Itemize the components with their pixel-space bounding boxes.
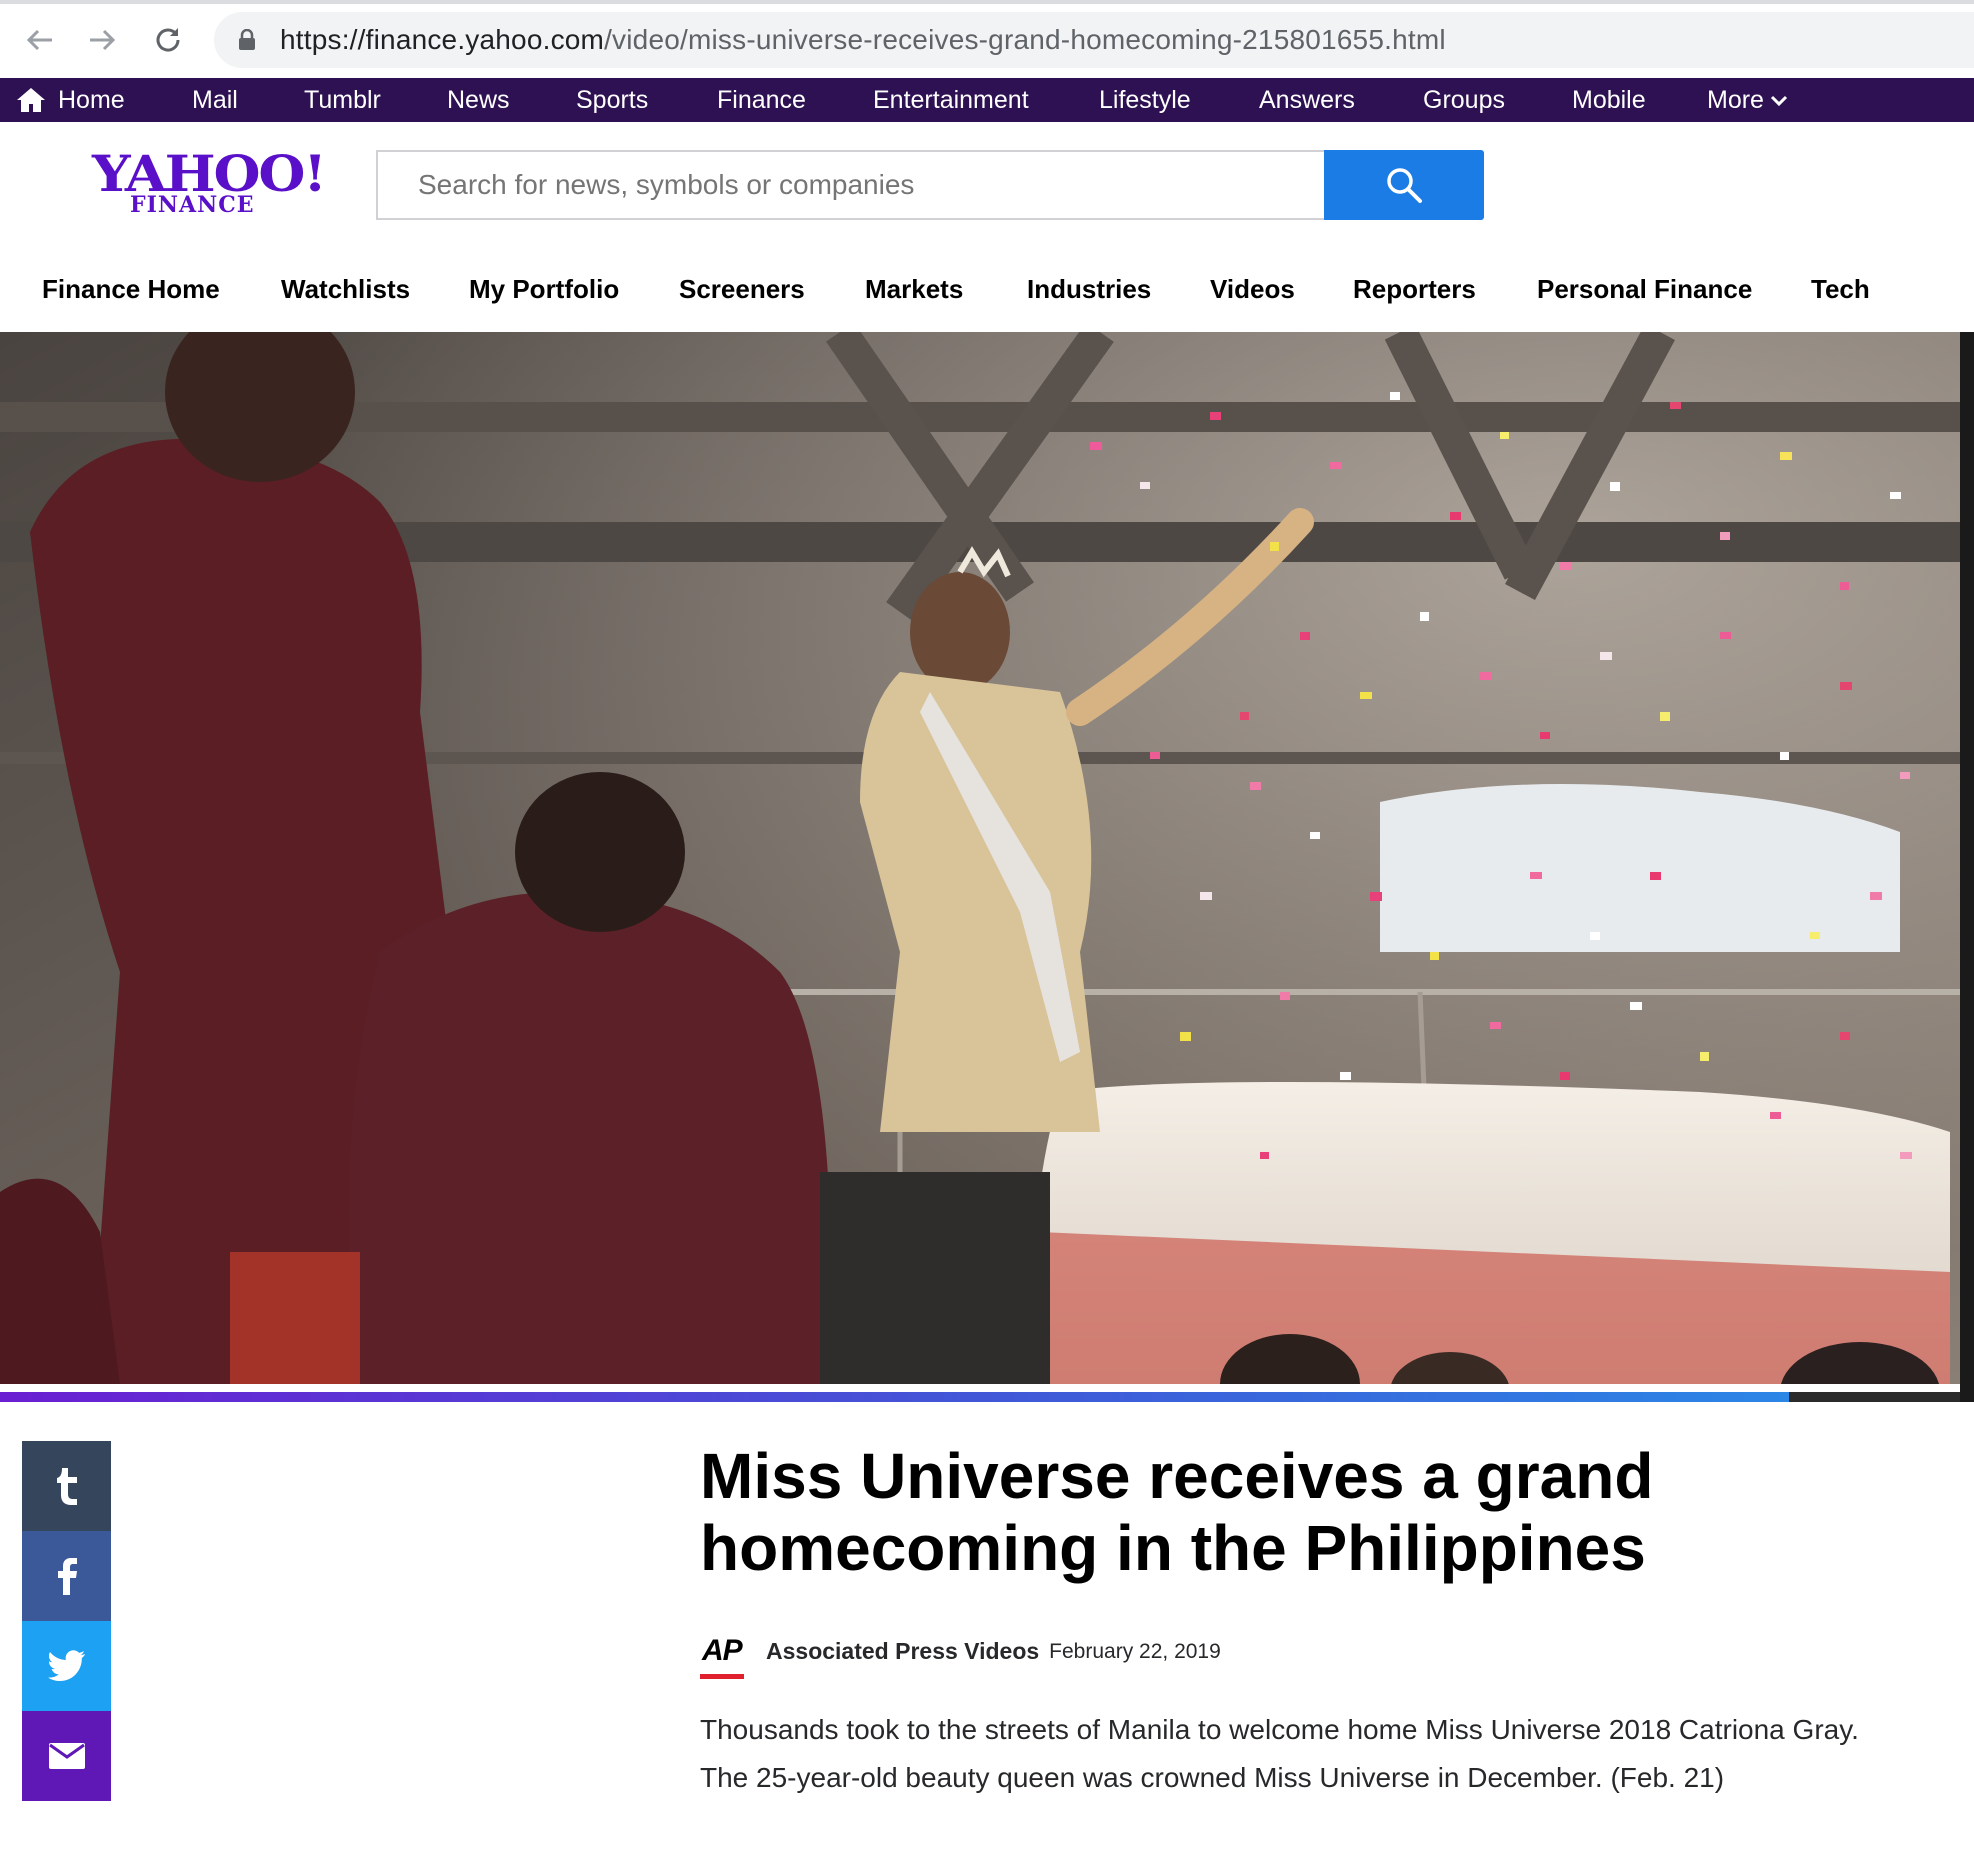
- address-bar[interactable]: https://finance.yahoo.com/video/miss-uni…: [214, 12, 1974, 68]
- article-byline: AP Associated Press Videos February 22, …: [700, 1634, 1221, 1684]
- browser-toolbar: https://finance.yahoo.com/video/miss-uni…: [0, 0, 1974, 78]
- article-headline: Miss Universe receives a grand homecomin…: [700, 1440, 1654, 1584]
- finance-nav-watchlists[interactable]: Watchlists: [281, 274, 410, 305]
- url-host: https://finance.yahoo.com: [280, 24, 605, 55]
- chevron-down-icon: [1770, 96, 1788, 107]
- nav-item-mail[interactable]: Mail: [192, 78, 238, 122]
- ap-logo-text: AP: [702, 1634, 743, 1667]
- finance-nav-markets[interactable]: Markets: [865, 274, 963, 305]
- finance-nav-reporters[interactable]: Reporters: [1353, 274, 1476, 305]
- nav-item-mobile[interactable]: Mobile: [1572, 78, 1646, 122]
- video-progress-fill: [0, 1392, 1790, 1402]
- article-source[interactable]: Associated Press Videos: [766, 1638, 1039, 1665]
- nav-item-tumblr[interactable]: Tumblr: [304, 78, 381, 122]
- share-facebook-button[interactable]: [22, 1531, 111, 1621]
- yahoo-global-nav: Home Mail Tumblr News Sports Finance Ent…: [0, 78, 1974, 122]
- nav-item-sports[interactable]: Sports: [576, 78, 648, 122]
- back-arrow-icon: [26, 29, 52, 51]
- finance-nav-videos[interactable]: Videos: [1210, 274, 1295, 305]
- video-progress-bar[interactable]: [0, 1392, 1960, 1402]
- finance-nav-personal-finance[interactable]: Personal Finance: [1537, 274, 1752, 305]
- search-icon: [1387, 168, 1422, 203]
- tab-strip-edge: [0, 0, 1974, 4]
- nav-item-groups[interactable]: Groups: [1423, 78, 1505, 122]
- nav-item-more[interactable]: More: [1707, 78, 1788, 122]
- home-icon: [17, 88, 45, 112]
- finance-nav-my-portfolio[interactable]: My Portfolio: [469, 274, 619, 305]
- twitter-icon: [47, 1650, 85, 1682]
- reload-icon: [156, 28, 180, 52]
- video-player[interactable]: [0, 332, 1960, 1384]
- nav-item-answers[interactable]: Answers: [1259, 78, 1355, 122]
- share-tumblr-button[interactable]: [22, 1441, 111, 1531]
- finance-nav-tech[interactable]: Tech: [1811, 274, 1870, 305]
- finance-nav-industries[interactable]: Industries: [1027, 274, 1151, 305]
- back-button[interactable]: [18, 18, 62, 62]
- search-input[interactable]: [376, 150, 1324, 220]
- ap-logo: AP: [700, 1634, 746, 1680]
- nav-item-more-label: More: [1707, 86, 1764, 114]
- finance-nav-screeners[interactable]: Screeners: [679, 274, 805, 305]
- article-summary: Thousands took to the streets of Manila …: [700, 1714, 1859, 1793]
- finance-nav-home[interactable]: Finance Home: [42, 274, 220, 305]
- nav-item-entertainment[interactable]: Entertainment: [873, 78, 1029, 122]
- nav-item-home[interactable]: Home: [58, 78, 125, 122]
- url-path: /video/miss-universe-receives-grand-home…: [604, 24, 1446, 55]
- ap-logo-underline: [700, 1674, 744, 1679]
- share-email-button[interactable]: [22, 1711, 111, 1801]
- nav-item-lifestyle[interactable]: Lifestyle: [1099, 78, 1191, 122]
- nav-item-news[interactable]: News: [447, 78, 510, 122]
- search-button[interactable]: [1324, 150, 1484, 220]
- reload-button[interactable]: [146, 18, 190, 62]
- video-frame: [0, 332, 1960, 1384]
- lock-icon: [238, 28, 258, 52]
- mail-icon: [48, 1743, 85, 1769]
- video-edge: [1960, 332, 1974, 1402]
- finance-nav: Finance Home Watchlists My Portfolio Scr…: [0, 262, 1974, 322]
- facebook-icon: [57, 1558, 77, 1595]
- address-url: https://finance.yahoo.com/video/miss-uni…: [280, 24, 1446, 56]
- nav-item-finance[interactable]: Finance: [717, 78, 806, 122]
- share-rail: [22, 1441, 111, 1801]
- forward-arrow-icon: [90, 29, 116, 51]
- share-twitter-button[interactable]: [22, 1621, 111, 1711]
- article-date: February 22, 2019: [1049, 1640, 1221, 1663]
- forward-button[interactable]: [80, 18, 124, 62]
- yahoo-finance-logo[interactable]: YAHOO! FINANCE: [92, 144, 327, 224]
- logo-subtitle: FINANCE: [130, 192, 255, 218]
- tumblr-icon: [56, 1468, 77, 1505]
